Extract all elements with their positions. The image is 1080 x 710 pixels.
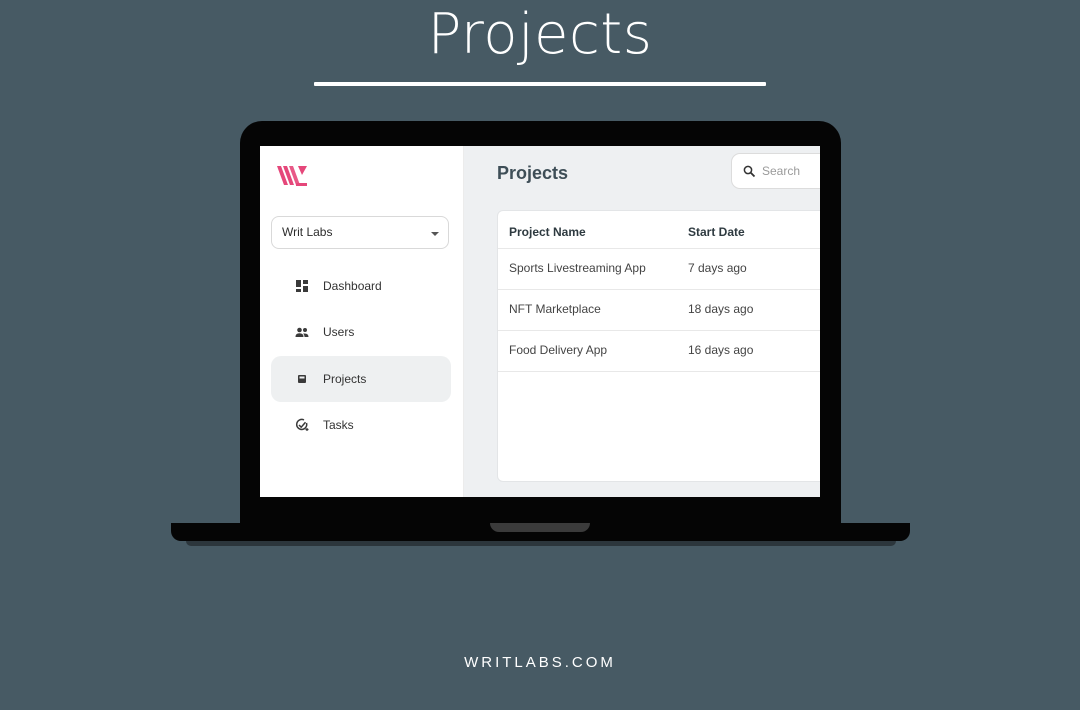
project-name-cell: Food Delivery App	[509, 343, 608, 357]
start-date-cell: 7 days ago	[688, 261, 747, 275]
page-title: Projects	[497, 163, 569, 183]
sidebar-item-label: Dashboard	[323, 279, 382, 293]
tasks-icon	[296, 418, 309, 431]
start-date-cell: 18 days ago	[688, 302, 754, 316]
table-row[interactable]: Food Delivery App 16 days ago	[498, 330, 820, 372]
start-date-cell: 16 days ago	[688, 343, 754, 357]
table-row[interactable]: NFT Marketplace 18 days ago	[498, 289, 820, 331]
column-header-project-name[interactable]: Project Name	[509, 225, 586, 239]
laptop-screen: Writ Labs Dashboard Users Projects Tasks…	[260, 146, 820, 497]
search-field[interactable]	[731, 153, 820, 189]
users-icon	[295, 327, 309, 337]
project-name-cell: Sports Livestreaming App	[509, 261, 646, 275]
sidebar-item-dashboard[interactable]: Dashboard	[271, 263, 451, 309]
chevron-down-icon	[431, 232, 439, 236]
laptop-shadow	[186, 541, 896, 546]
sidebar-item-tasks[interactable]: Tasks	[271, 402, 451, 448]
banner-title: Projects	[427, 2, 653, 67]
projects-icon	[298, 375, 306, 383]
org-select[interactable]: Writ Labs	[271, 216, 449, 249]
table-header: Project Name Start Date	[498, 211, 820, 249]
main-content: Projects Project Name Start Date Sports …	[464, 146, 820, 497]
sidebar-item-label: Tasks	[323, 418, 354, 432]
org-select-value: Writ Labs	[282, 225, 333, 239]
column-header-start-date[interactable]: Start Date	[688, 225, 745, 239]
sidebar-item-label: Projects	[323, 372, 367, 386]
search-icon	[743, 165, 756, 178]
sidebar: Writ Labs Dashboard Users Projects Tasks	[260, 146, 464, 497]
project-name-cell: NFT Marketplace	[509, 302, 601, 316]
banner-underline	[314, 82, 766, 86]
laptop-notch	[490, 523, 590, 532]
sidebar-item-projects[interactable]: Projects	[271, 356, 451, 402]
sidebar-item-label: Users	[323, 325, 355, 339]
search-input[interactable]	[762, 162, 820, 180]
sidebar-item-users[interactable]: Users	[271, 309, 451, 355]
writ-labs-logo	[277, 166, 307, 186]
footer-url: WRITLABS.COM	[464, 654, 616, 671]
dashboard-icon	[296, 280, 308, 292]
projects-table: Project Name Start Date Sports Livestrea…	[497, 210, 820, 482]
table-row[interactable]: Sports Livestreaming App 7 days ago	[498, 248, 820, 290]
